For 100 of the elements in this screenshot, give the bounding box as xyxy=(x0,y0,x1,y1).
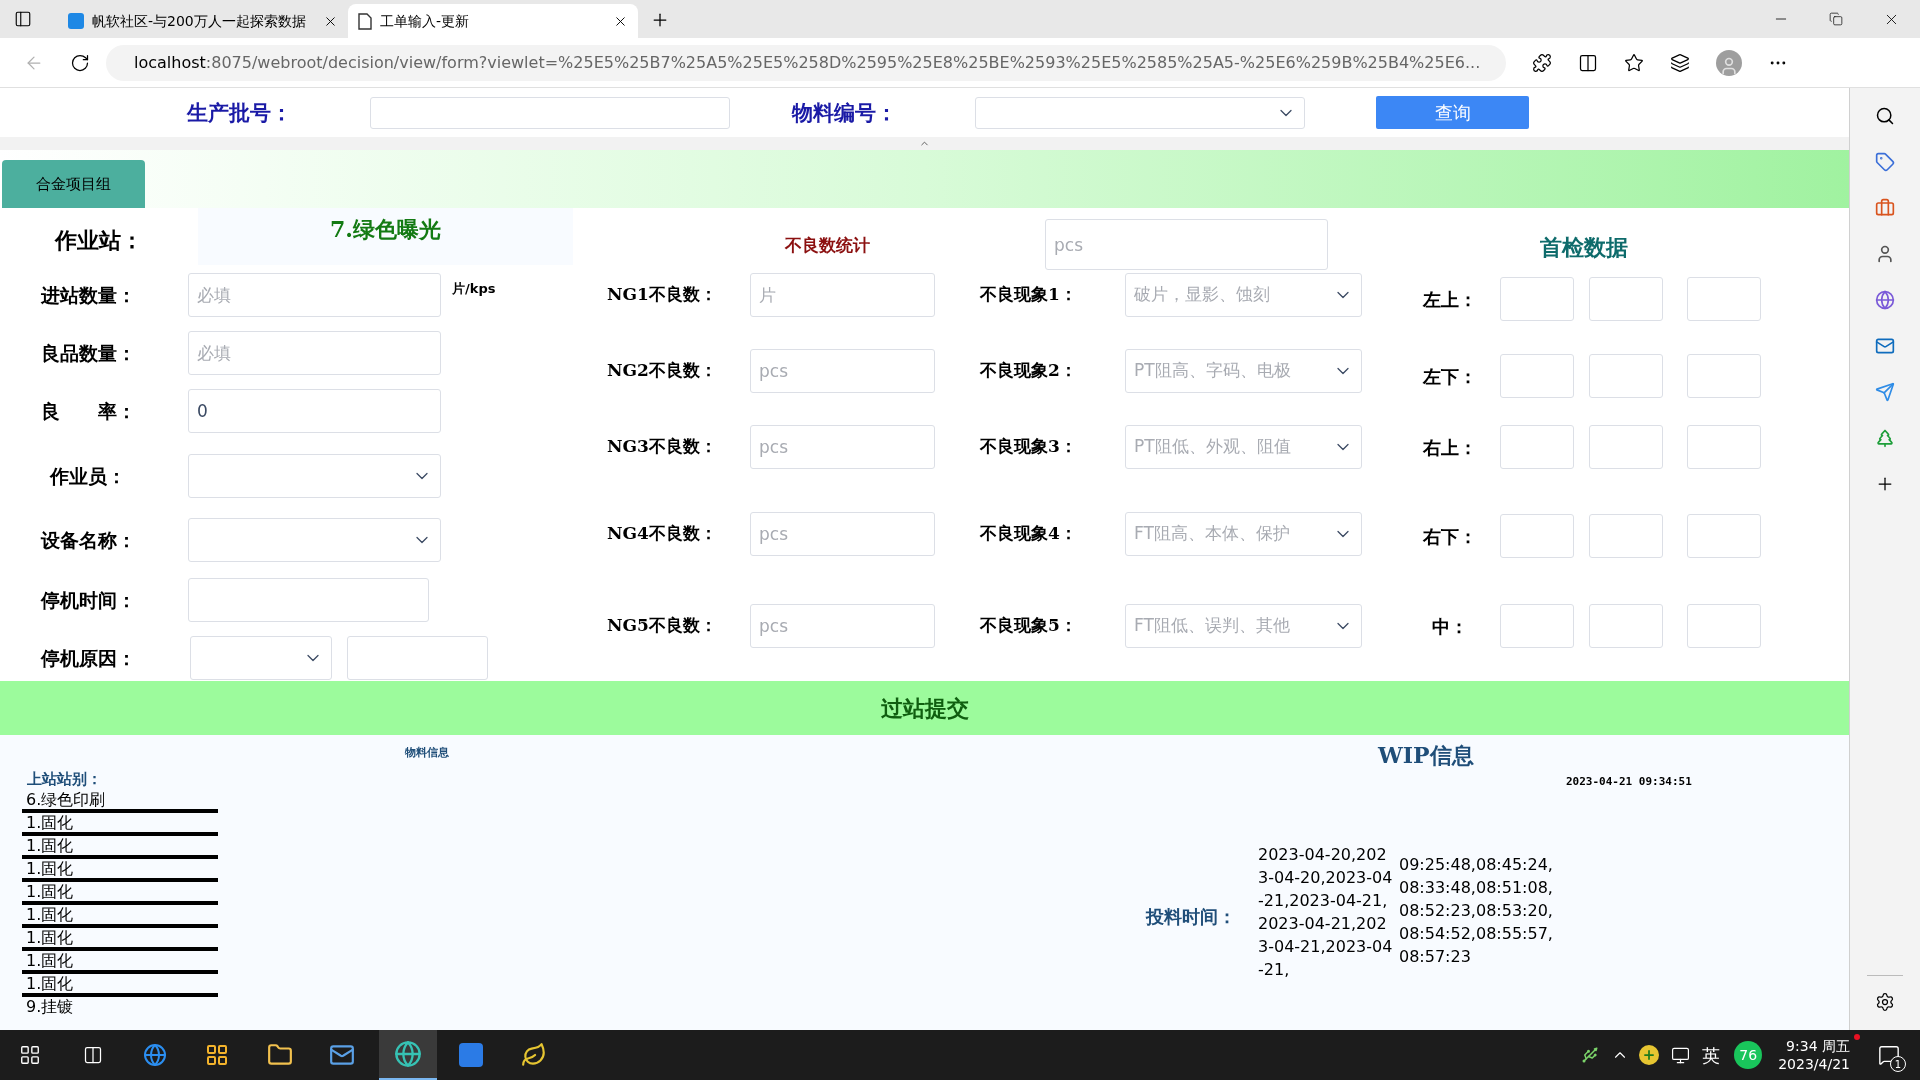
reload-icon[interactable] xyxy=(70,52,90,73)
input-field[interactable] xyxy=(1687,277,1761,321)
restore-icon[interactable] xyxy=(1829,12,1843,26)
field-label: 上站站别： xyxy=(27,768,102,790)
address-bar[interactable]: localhost:8075/webroot/decision/view/form?viewlet=%25E5%25B7%25A5%25E5%258D%2595%25E8%25BE%2593%25E5%2585%25A5-%25E6%259B%25B4%25E6... xyxy=(106,44,1506,81)
section-title: 不良数统计 xyxy=(785,234,871,257)
sidebar-toggle-icon[interactable] xyxy=(14,10,32,28)
dropdown-field[interactable] xyxy=(188,518,441,562)
station-entry: 1.固化 xyxy=(22,813,218,836)
tab-title: 工单输入-更新 xyxy=(380,11,471,31)
field-label: 良 率： xyxy=(39,398,137,424)
station-entry: 1.固化 xyxy=(22,882,218,905)
input-field[interactable] xyxy=(188,578,429,622)
date-list: 2023-04-20,2023-04-20,2023-04-21,2023-04-21,2023-04-21,2023-04-21,2023-04-21, xyxy=(1258,842,1393,981)
input-field[interactable]: pcs xyxy=(750,512,935,556)
tag-icon[interactable] xyxy=(1875,152,1895,172)
field-label: 中： xyxy=(1431,614,1469,639)
toolbox-icon[interactable] xyxy=(1875,198,1895,218)
document-icon xyxy=(358,12,372,30)
unit-label: 片/kps xyxy=(452,280,496,298)
input-method-indicator[interactable]: 英 xyxy=(1702,1041,1721,1069)
network-icon[interactable] xyxy=(1671,1045,1691,1065)
app-logo-icon xyxy=(68,13,84,29)
query-button[interactable]: 查询 xyxy=(1376,96,1529,129)
tray-app-icon[interactable] xyxy=(1639,1045,1660,1065)
browser-icon[interactable] xyxy=(143,1043,167,1067)
tree-icon[interactable] xyxy=(1875,428,1895,448)
input-field[interactable] xyxy=(1589,514,1663,558)
station-entry: 1.固化 xyxy=(22,905,218,928)
field-label: 右上： xyxy=(1422,435,1478,460)
paper-plane-icon[interactable] xyxy=(1875,382,1895,402)
input-field[interactable] xyxy=(1500,604,1574,648)
notification-count: 1 xyxy=(1890,1056,1906,1072)
extensions-icon[interactable] xyxy=(1532,52,1552,73)
input-field[interactable] xyxy=(1687,514,1761,558)
input-field[interactable] xyxy=(1500,514,1574,558)
taskbar-app-button[interactable] xyxy=(379,1030,437,1080)
browser-tab[interactable]: 工单输入-更新 xyxy=(348,4,638,38)
input-field[interactable]: 必填 xyxy=(188,273,441,317)
input-field[interactable]: pcs xyxy=(750,349,935,393)
query-label: 生产批号： xyxy=(187,98,293,127)
dropdown-field[interactable] xyxy=(188,454,441,498)
input-field[interactable] xyxy=(1500,277,1574,321)
mail-icon[interactable] xyxy=(1875,336,1895,356)
input-field[interactable]: 必填 xyxy=(188,331,441,375)
clock[interactable]: 9:34 周五 2023/4/21 xyxy=(1778,1037,1850,1073)
section-title: 物料信息 xyxy=(405,745,449,761)
station-entry: 1.固化 xyxy=(22,951,218,974)
dropdown-field[interactable] xyxy=(190,636,332,680)
field-label: NG1不良数： xyxy=(607,283,718,307)
profile-avatar[interactable] xyxy=(1716,49,1742,76)
input-field[interactable] xyxy=(1589,354,1663,398)
dropdown-field[interactable] xyxy=(975,96,1305,129)
start-icon[interactable] xyxy=(19,1044,41,1066)
field-label: 作业员： xyxy=(48,463,127,489)
station-label: 作业站： xyxy=(53,226,144,255)
station-entry: 1.固化 xyxy=(22,974,218,997)
input-field[interactable] xyxy=(1500,354,1574,398)
input-field[interactable]: pcs xyxy=(750,604,935,648)
input-field[interactable]: 片 xyxy=(750,273,935,317)
group-tab[interactable]: 合金项目组 xyxy=(2,160,145,208)
input-field[interactable] xyxy=(1589,277,1663,321)
app-icon[interactable] xyxy=(521,1042,547,1068)
field-label: 左下： xyxy=(1421,364,1478,389)
field-label: 不良现象1： xyxy=(980,283,1078,307)
split-screen-icon[interactable] xyxy=(1578,52,1598,73)
field-label: 不良现象3： xyxy=(980,435,1078,459)
usb-icon[interactable] xyxy=(1581,1046,1600,1064)
field-label: NG4不良数： xyxy=(607,522,718,546)
input-field[interactable] xyxy=(1500,425,1574,469)
store-icon[interactable] xyxy=(205,1043,229,1067)
input-field[interactable]: 0 xyxy=(188,389,441,433)
input-field[interactable] xyxy=(1687,354,1761,398)
submit-button[interactable]: 过站提交 xyxy=(0,681,1849,735)
input-field[interactable] xyxy=(1589,425,1663,469)
field-label: 设备名称： xyxy=(39,527,137,553)
task-view-icon[interactable] xyxy=(83,1045,103,1065)
station-entry: 1.固化 xyxy=(22,859,218,882)
input-field[interactable]: pcs xyxy=(750,425,935,469)
field-label: 停机时间： xyxy=(39,587,137,613)
input-field[interactable] xyxy=(1687,425,1761,469)
field-label: 不良现象2： xyxy=(980,359,1078,383)
input-field[interactable] xyxy=(1589,604,1663,648)
favorites-icon[interactable] xyxy=(1624,52,1644,73)
field-label: 停机原因： xyxy=(39,645,137,671)
mail-icon[interactable] xyxy=(329,1042,355,1068)
field-label: 右下： xyxy=(1422,524,1478,549)
search-icon[interactable] xyxy=(1875,106,1895,126)
chat-icon xyxy=(1878,1044,1900,1066)
url-text: localhost:8075/webroot/decision/view/form?viewlet=%25E5%25B7%25A5%25E5%258D%2595%25E8%25BE%2593%25E5%2585%25A5-%25E6%259B%25B4%25E6... xyxy=(134,51,1481,74)
input-field[interactable] xyxy=(347,636,488,680)
input-field[interactable] xyxy=(1687,604,1761,648)
input-field[interactable] xyxy=(370,96,730,129)
settings-icon[interactable] xyxy=(1875,992,1895,1012)
section-title: 首检数据 xyxy=(1540,233,1628,261)
folder-icon[interactable] xyxy=(267,1042,293,1068)
input-field[interactable]: pcs xyxy=(1045,219,1328,270)
field-label: 不良现象4： xyxy=(980,522,1078,546)
tab-title: 帆软社区-与200万人一起探索数据 xyxy=(92,11,307,31)
collections-icon[interactable] xyxy=(1670,52,1690,73)
